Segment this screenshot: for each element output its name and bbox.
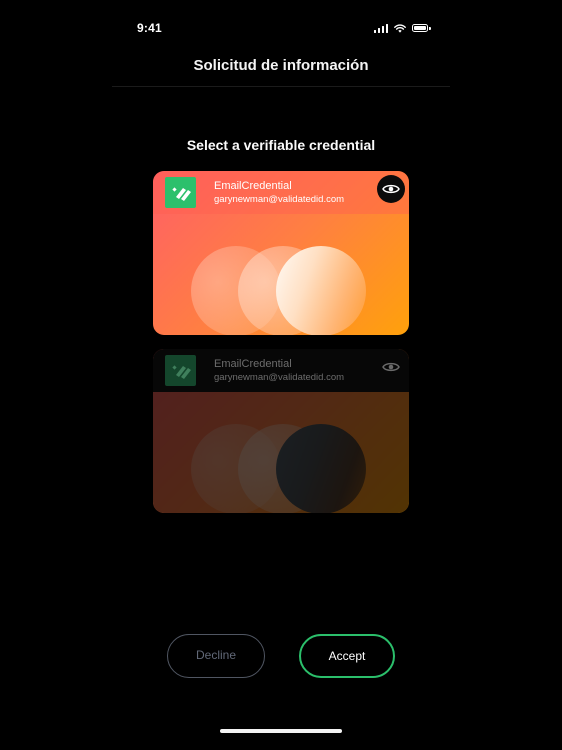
status-icons [373, 22, 431, 34]
nav-divider [112, 86, 450, 87]
eye-icon [382, 362, 400, 372]
section-heading: Select a verifiable credential [186, 137, 376, 153]
wifi-icon [394, 23, 406, 33]
decline-button[interactable]: Decline [167, 634, 265, 678]
accept-button[interactable]: Accept [299, 634, 395, 678]
credential-subtitle: garynewman@validatedid.com [214, 194, 345, 205]
status-time: 9:41 [137, 21, 162, 35]
credential-card[interactable]: EmailCredential garynewman@validatedid.c… [153, 349, 409, 513]
credential-subtitle: garynewman@validatedid.com [214, 372, 345, 383]
credential-card-selected[interactable]: EmailCredential garynewman@validatedid.c… [153, 171, 409, 335]
view-credential-button[interactable] [377, 353, 405, 381]
battery-icon [412, 24, 431, 32]
credential-title: EmailCredential [214, 180, 292, 192]
status-bar: 9:41 [0, 0, 562, 56]
credential-title: EmailCredential [214, 358, 292, 370]
validatedid-logo-icon [165, 177, 196, 208]
cellular-signal-icon [373, 23, 388, 33]
eye-icon [382, 184, 400, 194]
validatedid-logo-icon [165, 355, 196, 386]
home-indicator[interactable] [220, 729, 342, 733]
page-title: Solicitud de información [193, 57, 369, 74]
view-credential-button[interactable] [377, 175, 405, 203]
